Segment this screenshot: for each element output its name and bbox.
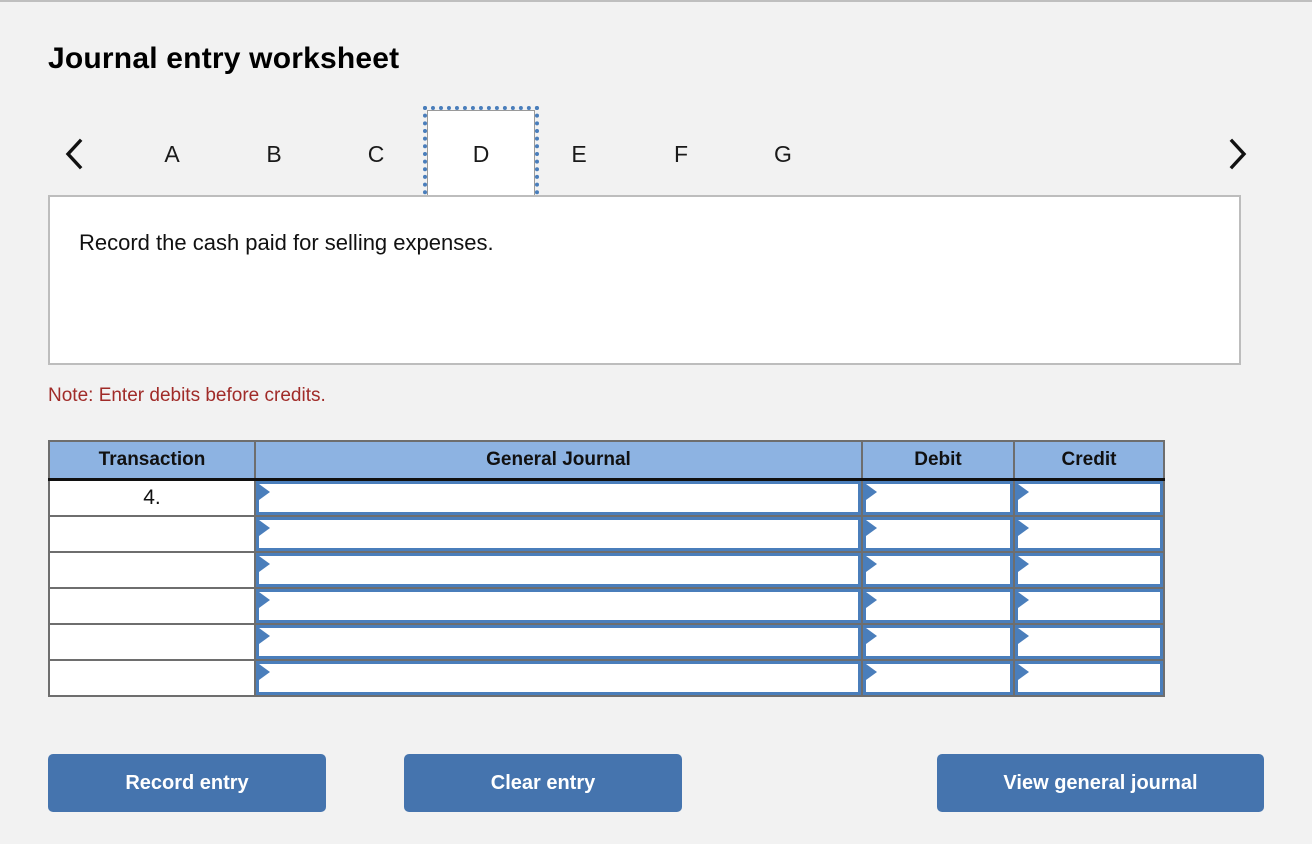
debit-input[interactable] bbox=[863, 625, 1013, 659]
general-journal-account-select[interactable] bbox=[256, 625, 861, 659]
tab-label: C bbox=[367, 140, 385, 167]
debit-input[interactable] bbox=[863, 589, 1013, 623]
general-journal-account-select[interactable] bbox=[256, 481, 861, 515]
debit-cell[interactable] bbox=[861, 587, 1015, 625]
table-row bbox=[48, 659, 1165, 697]
tab-b[interactable]: B bbox=[244, 110, 304, 198]
table-row bbox=[48, 515, 1165, 553]
transaction-description-text: Record the cash paid for selling expense… bbox=[79, 230, 494, 255]
tab-c[interactable]: C bbox=[346, 110, 406, 198]
transaction-number-cell bbox=[48, 659, 256, 697]
general-journal-cell[interactable] bbox=[254, 587, 863, 625]
credit-cell[interactable] bbox=[1013, 659, 1165, 697]
transaction-number-cell bbox=[48, 551, 256, 589]
chevron-left-icon[interactable] bbox=[54, 132, 94, 176]
page-title: Journal entry worksheet bbox=[48, 42, 400, 75]
credit-input[interactable] bbox=[1015, 661, 1163, 695]
tab-label: E bbox=[571, 140, 587, 167]
tab-d[interactable]: D bbox=[423, 106, 539, 202]
header-general-journal: General Journal bbox=[254, 440, 863, 481]
tab-g[interactable]: G bbox=[753, 110, 813, 198]
tab-label: A bbox=[164, 140, 180, 167]
table-row bbox=[48, 587, 1165, 625]
credit-input[interactable] bbox=[1015, 517, 1163, 551]
table-row bbox=[48, 623, 1165, 661]
clear-entry-button[interactable]: Clear entry bbox=[404, 754, 682, 812]
view-general-journal-button[interactable]: View general journal bbox=[937, 754, 1264, 812]
tab-e[interactable]: E bbox=[549, 110, 609, 198]
worksheet-tabstrip: A B C D E F G bbox=[48, 106, 1264, 202]
tab-label: D bbox=[472, 140, 490, 167]
tab-label: G bbox=[774, 140, 792, 167]
table-row: 4. bbox=[48, 478, 1165, 517]
credit-cell[interactable] bbox=[1013, 551, 1165, 589]
debits-before-credits-note: Note: Enter debits before credits. bbox=[48, 385, 326, 406]
credit-cell[interactable] bbox=[1013, 515, 1165, 553]
debit-input[interactable] bbox=[863, 481, 1013, 515]
transaction-number-cell bbox=[48, 623, 256, 661]
debit-input[interactable] bbox=[863, 553, 1013, 587]
debit-cell[interactable] bbox=[861, 515, 1015, 553]
journal-entry-worksheet-page: Journal entry worksheet A B C D E F G Re… bbox=[0, 2, 1312, 844]
transaction-number-cell bbox=[48, 587, 256, 625]
tab-a[interactable]: A bbox=[142, 110, 202, 198]
debit-input[interactable] bbox=[863, 517, 1013, 551]
credit-cell[interactable] bbox=[1013, 478, 1165, 517]
credit-input[interactable] bbox=[1015, 589, 1163, 623]
header-debit: Debit bbox=[861, 440, 1015, 481]
credit-cell[interactable] bbox=[1013, 623, 1165, 661]
tab-label: B bbox=[266, 140, 282, 167]
general-journal-account-select[interactable] bbox=[256, 553, 861, 587]
debit-input[interactable] bbox=[863, 661, 1013, 695]
transaction-number-cell bbox=[48, 515, 256, 553]
journal-entry-table: Transaction General Journal Debit Credit… bbox=[48, 440, 1165, 697]
chevron-right-icon[interactable] bbox=[1218, 132, 1258, 176]
header-transaction: Transaction bbox=[48, 440, 256, 481]
tab-label: F bbox=[673, 140, 689, 167]
debit-cell[interactable] bbox=[861, 623, 1015, 661]
debit-cell[interactable] bbox=[861, 478, 1015, 517]
credit-input[interactable] bbox=[1015, 481, 1163, 515]
header-credit: Credit bbox=[1013, 440, 1165, 481]
transaction-number-cell: 4. bbox=[48, 478, 256, 517]
general-journal-cell[interactable] bbox=[254, 515, 863, 553]
transaction-description-panel: Record the cash paid for selling expense… bbox=[48, 195, 1241, 365]
table-row bbox=[48, 551, 1165, 589]
credit-cell[interactable] bbox=[1013, 587, 1165, 625]
record-entry-button[interactable]: Record entry bbox=[48, 754, 326, 812]
debit-cell[interactable] bbox=[861, 659, 1015, 697]
credit-input[interactable] bbox=[1015, 553, 1163, 587]
general-journal-account-select[interactable] bbox=[256, 661, 861, 695]
debit-cell[interactable] bbox=[861, 551, 1015, 589]
general-journal-cell[interactable] bbox=[254, 551, 863, 589]
credit-input[interactable] bbox=[1015, 625, 1163, 659]
tab-f[interactable]: F bbox=[651, 110, 711, 198]
table-header-row: Transaction General Journal Debit Credit bbox=[48, 440, 1165, 481]
general-journal-account-select[interactable] bbox=[256, 517, 861, 551]
general-journal-cell[interactable] bbox=[254, 659, 863, 697]
general-journal-cell[interactable] bbox=[254, 478, 863, 517]
general-journal-cell[interactable] bbox=[254, 623, 863, 661]
general-journal-account-select[interactable] bbox=[256, 589, 861, 623]
